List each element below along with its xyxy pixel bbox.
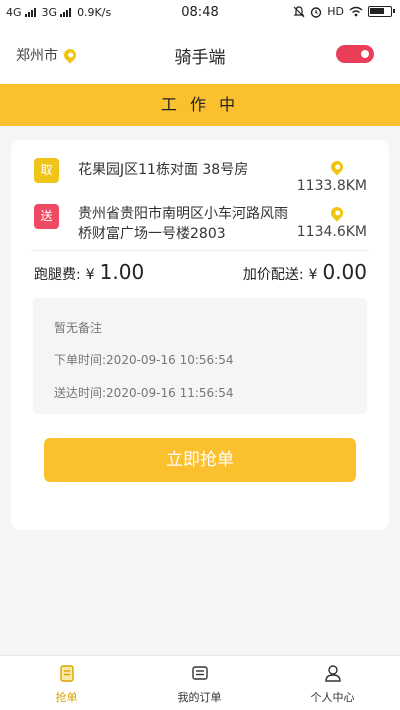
fee-label: 跑腿费: [34, 267, 81, 283]
status-bar: 4G 3G 0.9K/s 08:48 HD [0, 0, 400, 26]
tab-label: 个人中心 [310, 691, 355, 704]
pickup-address: 花果园J区11栋对面 38号房 [78, 162, 249, 178]
bottom-tab-bar: 抢单 我的订单 个人中心 [0, 655, 400, 710]
delivery-fee: 跑腿费: ¥ 1.00 [34, 260, 144, 284]
mute-bell-icon [293, 5, 305, 17]
person-icon [325, 665, 341, 682]
delivery-tag: 送 [34, 204, 59, 229]
tab-profile[interactable]: 个人中心 [266, 656, 399, 710]
tab-grab-order[interactable]: 抢单 [0, 656, 133, 710]
work-toggle[interactable] [336, 45, 374, 63]
orders-icon [192, 666, 208, 680]
wifi-icon [349, 6, 363, 17]
fee-value: 1.00 [99, 260, 145, 284]
extra-currency: ¥ [308, 267, 318, 283]
work-status-bar: 工 作 中 [0, 84, 400, 126]
order-card: 取 花果园J区11栋对面 38号房 1133.8KM 送 贵州省贵阳市南明区小车… [11, 140, 389, 530]
battery-icon [368, 6, 395, 17]
delivery-distance: 1134.6KM [296, 224, 367, 240]
tab-label: 我的订单 [177, 691, 222, 704]
pickup-distance: 1133.8KM [296, 178, 367, 194]
delivery-time: 送达时间:2020-09-16 11:56:54 [54, 386, 234, 400]
extra-fee: 加价配送: ¥ 0.00 [243, 260, 367, 284]
order-note: 暂无备注 [54, 321, 103, 335]
delivery-pin-icon [328, 204, 346, 222]
alarm-icon [311, 6, 322, 18]
tab-label: 抢单 [55, 691, 78, 704]
hd-badge: HD [327, 5, 344, 18]
divider [31, 250, 369, 251]
grab-order-button[interactable]: 立即抢单 [44, 438, 356, 482]
pickup-tag: 取 [34, 158, 59, 183]
tab-my-orders[interactable]: 我的订单 [133, 656, 266, 710]
status-right: HD [293, 5, 395, 18]
clipboard-icon [60, 665, 74, 682]
extra-label: 加价配送: [242, 267, 304, 283]
extra-value: 0.00 [322, 260, 367, 284]
app-header: 郑州市 骑手端 [0, 26, 400, 84]
order-time: 下单时间:2020-09-16 10:56:54 [54, 353, 234, 367]
order-info-box: 暂无备注 下单时间:2020-09-16 10:56:54 送达时间:2020-… [33, 298, 367, 414]
delivery-address: 贵州省贵阳市南明区小车河路风雨桥财富广场一号楼2803 [78, 206, 288, 242]
fee-currency: ¥ [85, 267, 95, 283]
pickup-pin-icon [328, 158, 346, 176]
